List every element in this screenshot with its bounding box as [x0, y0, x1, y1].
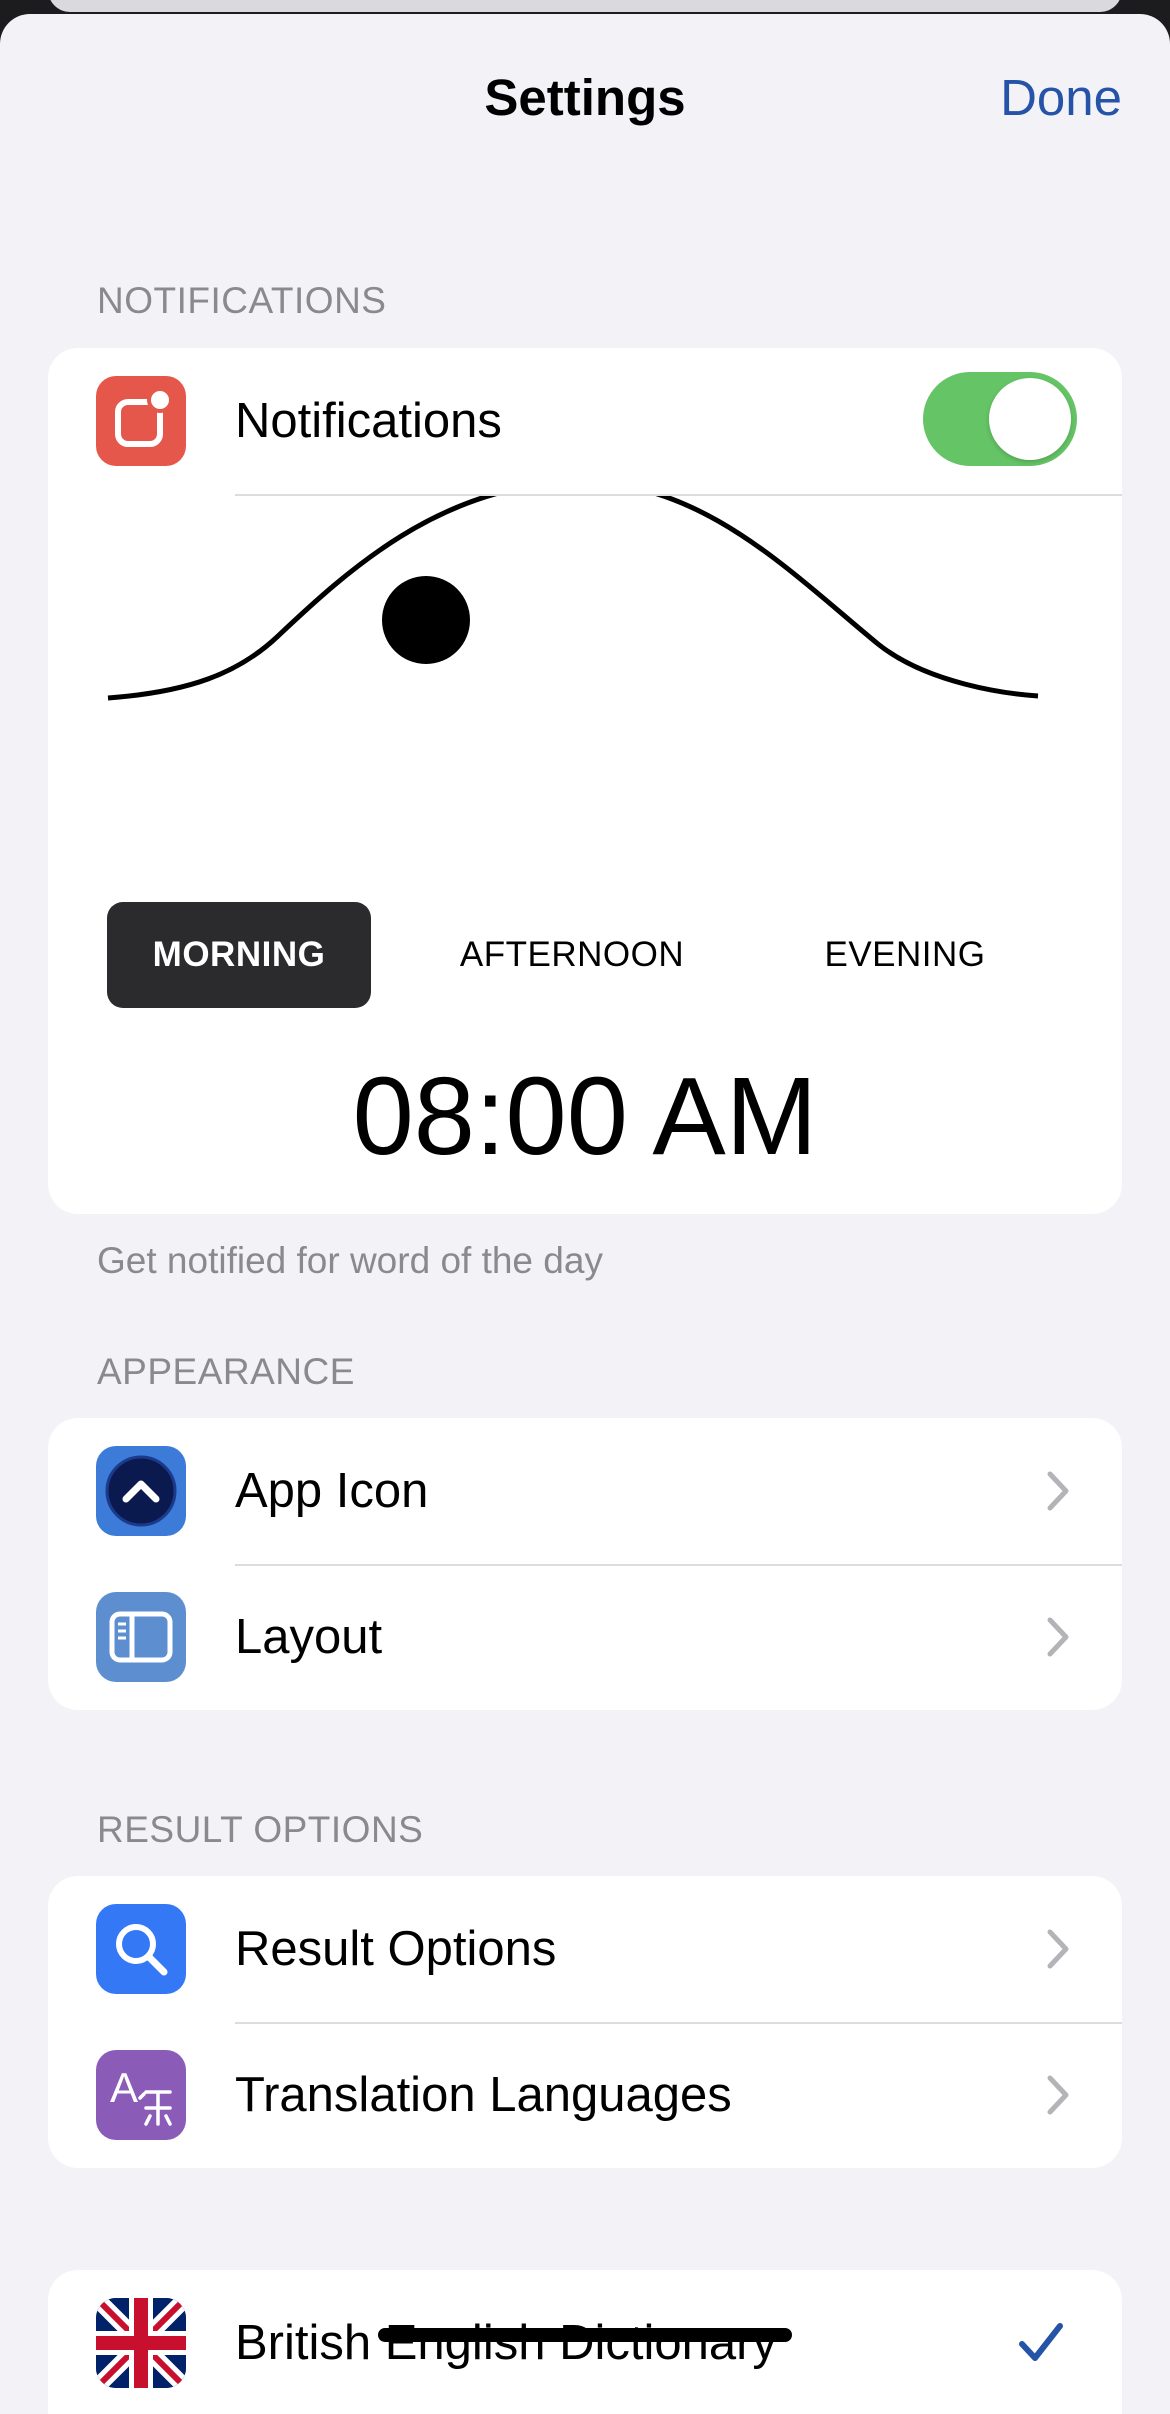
notification-time[interactable]: 08:00 AM — [48, 1052, 1122, 1182]
home-indicator — [378, 2328, 792, 2342]
page-title: Settings — [484, 69, 686, 126]
segment-evening[interactable]: EVENING — [773, 902, 1037, 1008]
chevron-right-icon — [1047, 2075, 1069, 2115]
section-header-notifications: NOTIFICATIONS — [97, 280, 387, 321]
notifications-footer: Get notified for word of the day — [97, 1240, 603, 1281]
translation-languages-row[interactable]: A Translation Languages — [48, 2022, 1122, 2168]
section-header-result-options: RESULT OPTIONS — [97, 1809, 424, 1850]
section-header-appearance: APPEARANCE — [97, 1351, 355, 1392]
notifications-card: Notifications MORNING AFTERNOON EVENING … — [48, 348, 1122, 1214]
result-options-card: Result Options A Translation Languages — [48, 1876, 1122, 2168]
dictionary-card: British English Dictionary — [48, 2270, 1122, 2414]
settings-sheet: Settings Done NOTIFICATIONS Notification… — [0, 14, 1170, 2414]
background-sheet-edge — [48, 0, 1122, 12]
svg-text:A: A — [110, 2064, 138, 2111]
result-options-row[interactable]: Result Options — [48, 1876, 1122, 2022]
time-slider-handle[interactable] — [382, 576, 470, 664]
done-button[interactable]: Done — [1000, 68, 1122, 127]
british-english-dictionary-label: British English Dictionary — [235, 2316, 777, 2370]
checkmark-icon — [1019, 2323, 1063, 2361]
chevron-right-icon — [1047, 1929, 1069, 1969]
british-english-dictionary-row[interactable]: British English Dictionary — [48, 2270, 1122, 2414]
notifications-row: Notifications — [48, 348, 1122, 494]
result-options-label: Result Options — [235, 1922, 557, 1976]
notification-badge-icon — [96, 376, 186, 466]
notifications-label: Notifications — [235, 394, 502, 448]
chevron-right-icon — [1047, 1617, 1069, 1657]
search-icon — [96, 1904, 186, 1994]
toggle-knob — [989, 378, 1071, 460]
notifications-toggle[interactable] — [923, 372, 1077, 466]
sidebar-layout-icon — [96, 1592, 186, 1682]
layout-row[interactable]: Layout — [48, 1564, 1122, 1710]
time-of-day-curve — [107, 496, 1039, 701]
app-icon-icon — [96, 1446, 186, 1536]
segment-afternoon[interactable]: AFTERNOON — [440, 902, 704, 1008]
translation-languages-label: Translation Languages — [235, 2068, 732, 2122]
translate-icon: A — [96, 2050, 186, 2140]
uk-flag-icon — [96, 2298, 186, 2388]
segment-morning[interactable]: MORNING — [107, 902, 371, 1008]
app-icon-row[interactable]: App Icon — [48, 1418, 1122, 1564]
time-of-day-segmented-control: MORNING AFTERNOON EVENING — [107, 902, 1067, 1008]
chevron-right-icon — [1047, 1471, 1069, 1511]
layout-label: Layout — [235, 1610, 383, 1664]
appearance-card: App Icon Layout — [48, 1418, 1122, 1710]
app-icon-label: App Icon — [235, 1464, 429, 1518]
